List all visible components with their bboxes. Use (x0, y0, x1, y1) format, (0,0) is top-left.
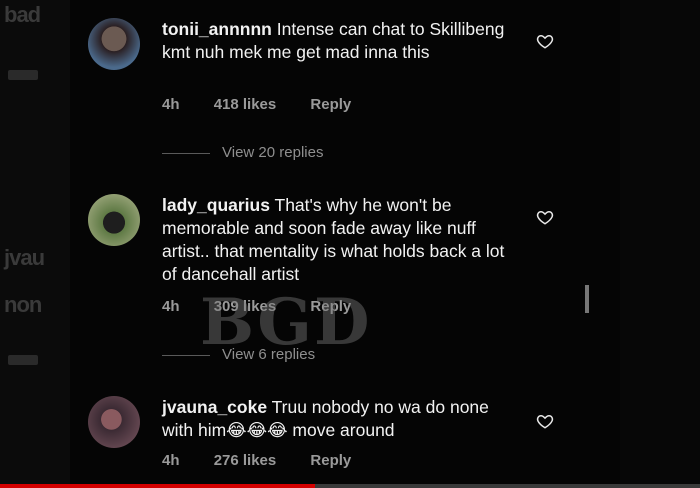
username[interactable]: jvauna_coke (162, 397, 267, 417)
comment-time: 4h (162, 452, 180, 469)
view-replies[interactable]: View 20 replies (162, 144, 323, 161)
video-progress-fill (0, 484, 315, 488)
username[interactable]: tonii_annnnn (162, 19, 272, 39)
avatar[interactable] (88, 194, 140, 246)
comment-time: 4h (162, 298, 180, 315)
comment-text: jvauna_coke Truu nobody no wa do none wi… (162, 396, 522, 442)
view-replies-label: View 20 replies (222, 144, 324, 161)
background-right-strip (620, 0, 700, 488)
replies-divider (162, 152, 210, 154)
video-progress-bar[interactable] (0, 484, 700, 488)
watermark-logo: BGD (200, 285, 372, 360)
like-count[interactable]: 418 likes (214, 96, 277, 113)
heart-icon[interactable] (536, 32, 554, 50)
comment-text: tonii_annnnn Intense can chat to Skillib… (162, 18, 522, 64)
like-count[interactable]: 276 likes (214, 452, 277, 469)
ghost-text: jvau (4, 245, 45, 270)
comment-time: 4h (162, 96, 180, 113)
avatar[interactable] (88, 18, 140, 70)
username[interactable]: lady_quarius (162, 195, 270, 215)
reply-button[interactable]: Reply (310, 96, 351, 113)
scrollbar-thumb[interactable] (585, 285, 589, 313)
ghost-bar (8, 355, 38, 365)
reply-button[interactable]: Reply (310, 452, 351, 469)
comment-meta: 4h 276 likes Reply (162, 452, 381, 469)
ghost-text: non (4, 292, 42, 317)
ghost-text: bad (4, 2, 41, 27)
heart-icon[interactable] (536, 412, 554, 430)
heart-icon[interactable] (536, 208, 554, 226)
avatar[interactable] (88, 396, 140, 448)
comment-text: lady_quarius That's why he won't be memo… (162, 194, 522, 286)
ghost-bar (8, 70, 38, 80)
comment-meta: 4h 418 likes Reply (162, 96, 381, 113)
